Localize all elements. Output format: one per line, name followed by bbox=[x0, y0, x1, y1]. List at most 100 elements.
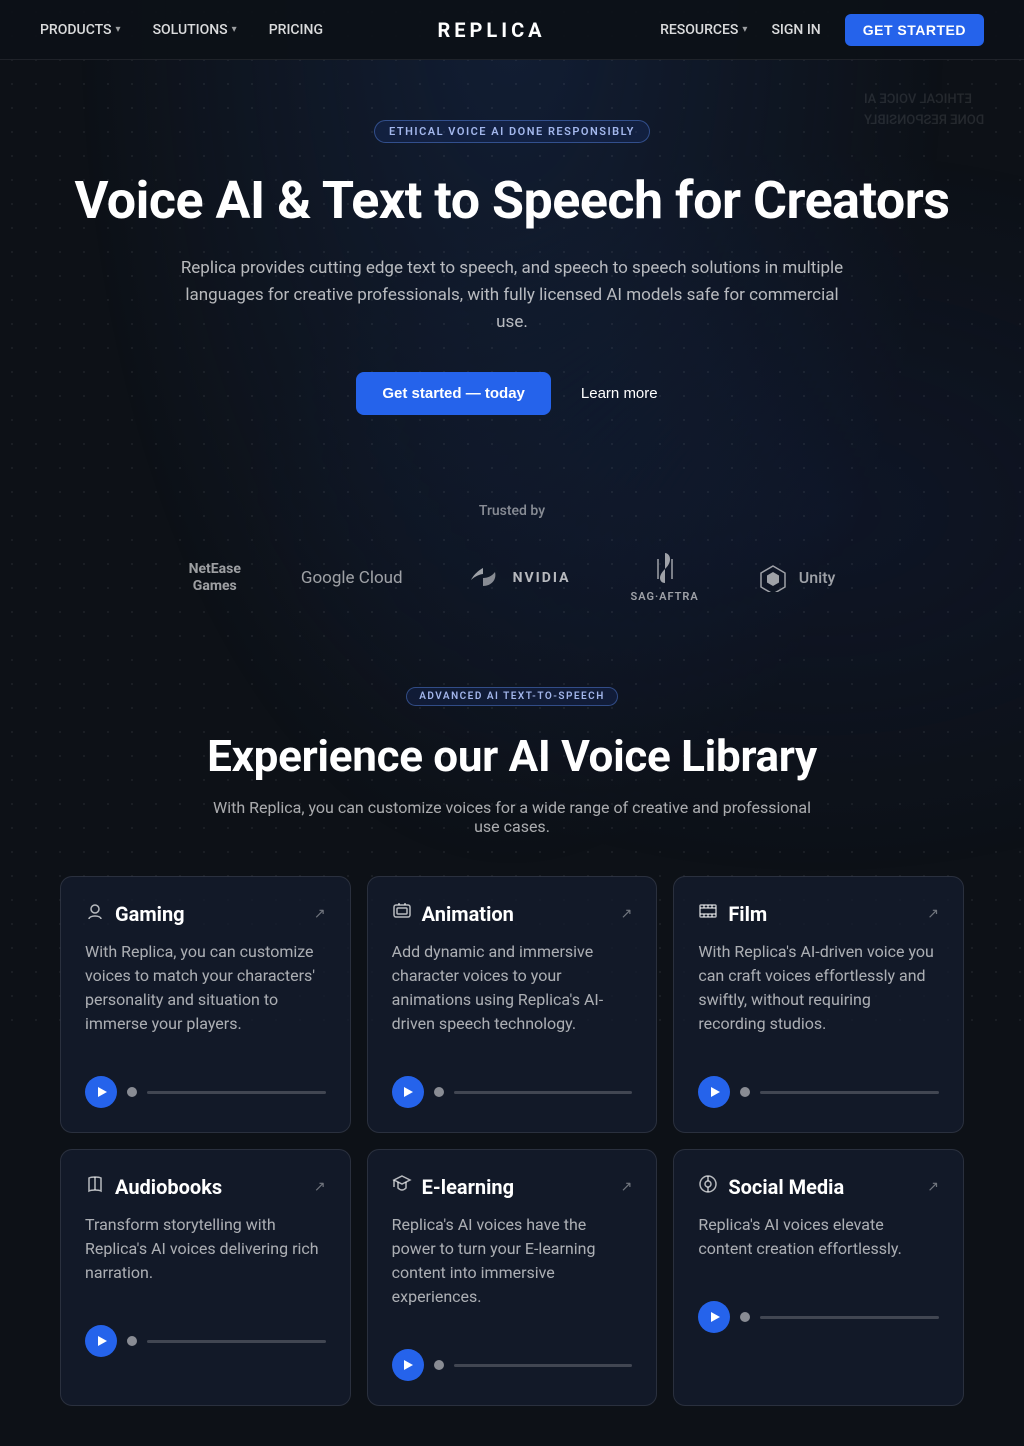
film-icon bbox=[698, 901, 718, 926]
card-film: Film ↗ With Replica's AI-driven voice yo… bbox=[673, 876, 964, 1133]
card-title: Film bbox=[728, 902, 767, 926]
nav-left: PRODUCTS ▾ SOLUTIONS ▾ PRICING bbox=[40, 22, 323, 38]
gaming-icon bbox=[85, 901, 105, 926]
external-link-icon[interactable]: ↗ bbox=[621, 906, 633, 922]
progress-bar bbox=[454, 1091, 633, 1094]
card-elearning: E-learning ↗ Replica's AI voices have th… bbox=[367, 1149, 658, 1406]
card-title-row: Social Media bbox=[698, 1174, 844, 1199]
get-started-button[interactable]: Get started — today bbox=[356, 372, 551, 415]
chevron-down-icon: ▾ bbox=[116, 24, 121, 35]
audio-player bbox=[392, 1349, 633, 1381]
external-link-icon[interactable]: ↗ bbox=[314, 1179, 326, 1195]
card-header: Gaming ↗ bbox=[85, 901, 326, 926]
nav-right: RESOURCES ▾ SIGN IN GET STARTED bbox=[660, 14, 984, 46]
play-button[interactable] bbox=[392, 1076, 424, 1108]
section-badge: ADVANCED AI TEXT-TO-SPEECH bbox=[406, 687, 618, 706]
play-icon bbox=[98, 1336, 107, 1346]
trusted-section: Trusted by NetEaseGames Google Cloud NVI… bbox=[0, 455, 1024, 624]
audio-player bbox=[85, 1076, 326, 1108]
logo-netease: NetEaseGames bbox=[189, 561, 241, 595]
card-description: With Replica's AI-driven voice you can c… bbox=[698, 940, 939, 1036]
play-icon bbox=[404, 1087, 413, 1097]
cards-grid: Gaming ↗ With Replica, you can customize… bbox=[40, 876, 984, 1406]
play-button[interactable] bbox=[392, 1349, 424, 1381]
progress-dot bbox=[434, 1360, 444, 1370]
card-description: With Replica, you can customize voices t… bbox=[85, 940, 326, 1036]
progress-dot bbox=[740, 1312, 750, 1322]
chevron-down-icon: ▾ bbox=[232, 24, 237, 35]
hero-badge: ETHICAL VOICE AI DONE RESPONSIBLY bbox=[374, 120, 650, 143]
progress-bar bbox=[147, 1091, 326, 1094]
logo-google: Google Cloud bbox=[301, 568, 403, 588]
progress-bar bbox=[147, 1340, 326, 1343]
card-animation: Animation ↗ Add dynamic and immersive ch… bbox=[367, 876, 658, 1133]
card-header: E-learning ↗ bbox=[392, 1174, 633, 1199]
progress-dot bbox=[127, 1087, 137, 1097]
logo-unity: Unity bbox=[759, 564, 836, 592]
chevron-down-icon: ▾ bbox=[742, 24, 747, 35]
external-link-icon[interactable]: ↗ bbox=[927, 906, 939, 922]
card-description: Replica's AI voices elevate content crea… bbox=[698, 1213, 939, 1261]
learn-more-button[interactable]: Learn more bbox=[571, 372, 668, 415]
card-title: Gaming bbox=[115, 902, 185, 926]
trusted-label: Trusted by bbox=[40, 503, 984, 519]
card-title-row: Animation bbox=[392, 901, 514, 926]
hero-description: Replica provides cutting edge text to sp… bbox=[172, 255, 852, 337]
play-icon bbox=[711, 1087, 720, 1097]
card-description: Add dynamic and immersive character voic… bbox=[392, 940, 633, 1036]
external-link-icon[interactable]: ↗ bbox=[314, 906, 326, 922]
nav-sign-in[interactable]: SIGN IN bbox=[771, 22, 820, 38]
card-header: Animation ↗ bbox=[392, 901, 633, 926]
nav-get-started-button[interactable]: GET STARTED bbox=[845, 14, 984, 46]
card-social-media: Social Media ↗ Replica's AI voices eleva… bbox=[673, 1149, 964, 1406]
audio-player bbox=[698, 1301, 939, 1333]
card-title-row: Audiobooks bbox=[85, 1174, 222, 1199]
card-title-row: Film bbox=[698, 901, 767, 926]
play-icon bbox=[98, 1087, 107, 1097]
site-logo[interactable]: REPLICA bbox=[437, 18, 545, 42]
nav-products[interactable]: PRODUCTS ▾ bbox=[40, 22, 121, 38]
external-link-icon[interactable]: ↗ bbox=[927, 1179, 939, 1195]
voice-library-title: Experience our AI Voice Library bbox=[40, 730, 984, 782]
nav-pricing[interactable]: PRICING bbox=[269, 22, 323, 38]
card-title: Animation bbox=[422, 902, 514, 926]
audio-player bbox=[392, 1076, 633, 1108]
external-link-icon[interactable]: ↗ bbox=[621, 1179, 633, 1195]
card-header: Social Media ↗ bbox=[698, 1174, 939, 1199]
card-description: Transform storytelling with Replica's AI… bbox=[85, 1213, 326, 1285]
hero-cta: Get started — today Learn more bbox=[40, 372, 984, 415]
logo-nvidia: NVIDIA bbox=[463, 562, 571, 594]
progress-dot bbox=[740, 1087, 750, 1097]
hero-bg-text: ETHICAL VOICE AI DONE RESPONSIBLY bbox=[864, 90, 984, 132]
play-button[interactable] bbox=[698, 1076, 730, 1108]
nav-solutions[interactable]: SOLUTIONS ▾ bbox=[153, 22, 237, 38]
progress-dot bbox=[127, 1336, 137, 1346]
progress-bar bbox=[760, 1091, 939, 1094]
play-button[interactable] bbox=[85, 1325, 117, 1357]
progress-dot bbox=[434, 1087, 444, 1097]
social-media-icon bbox=[698, 1174, 718, 1199]
card-title: Audiobooks bbox=[115, 1175, 222, 1199]
logo-sag-aftra: SAG·AFTRA bbox=[630, 551, 698, 604]
elearning-icon bbox=[392, 1174, 412, 1199]
hero-section: ETHICAL VOICE AI DONE RESPONSIBLY ETHICA… bbox=[0, 60, 1024, 455]
card-title: Social Media bbox=[728, 1175, 844, 1199]
voice-library-section: ADVANCED AI TEXT-TO-SPEECH Experience ou… bbox=[0, 624, 1024, 1446]
audio-player bbox=[698, 1076, 939, 1108]
card-title-row: Gaming bbox=[85, 901, 185, 926]
audio-player bbox=[85, 1325, 326, 1357]
hero-title: Voice AI & Text to Speech for Creators bbox=[40, 171, 984, 231]
progress-bar bbox=[760, 1316, 939, 1319]
nav-resources[interactable]: RESOURCES ▾ bbox=[660, 22, 747, 38]
voice-library-description: With Replica, you can customize voices f… bbox=[212, 798, 812, 836]
card-header: Film ↗ bbox=[698, 901, 939, 926]
play-button[interactable] bbox=[698, 1301, 730, 1333]
card-audiobooks: Audiobooks ↗ Transform storytelling with… bbox=[60, 1149, 351, 1406]
logos-row: NetEaseGames Google Cloud NVIDIA SAG·AFT… bbox=[40, 551, 984, 604]
progress-bar bbox=[454, 1364, 633, 1367]
play-button[interactable] bbox=[85, 1076, 117, 1108]
card-header: Audiobooks ↗ bbox=[85, 1174, 326, 1199]
card-title-row: E-learning bbox=[392, 1174, 514, 1199]
card-gaming: Gaming ↗ With Replica, you can customize… bbox=[60, 876, 351, 1133]
animation-icon bbox=[392, 901, 412, 926]
